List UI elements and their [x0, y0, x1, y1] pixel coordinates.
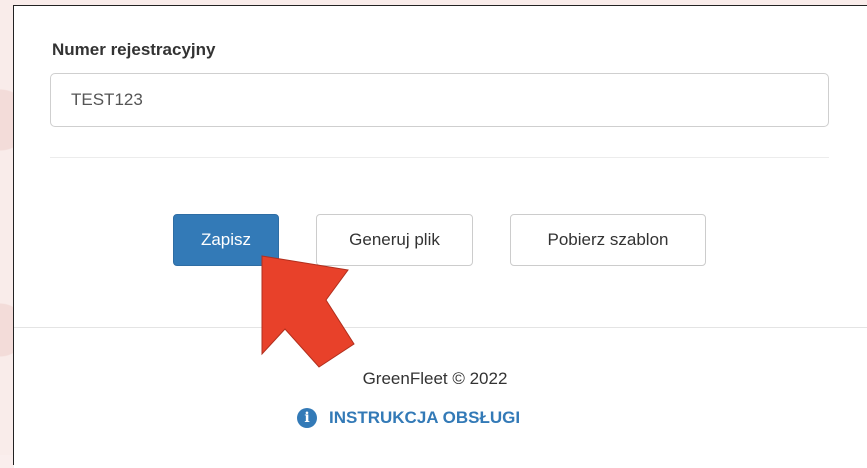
user-manual-link[interactable]: i INSTRUKCJA OBSŁUGI: [297, 408, 520, 428]
save-button[interactable]: Zapisz: [173, 214, 279, 266]
copyright-text: GreenFleet © 2022: [362, 369, 508, 388]
footer: [14, 328, 867, 468]
registration-number-label: Numer rejestracyjny: [52, 40, 216, 59]
download-template-button[interactable]: Pobierz szablon: [510, 214, 706, 266]
info-circle-icon: i: [297, 408, 317, 428]
form-divider: [50, 157, 829, 158]
user-manual-label: INSTRUKCJA OBSŁUGI: [329, 408, 521, 427]
registration-number-input[interactable]: [50, 73, 829, 127]
generate-file-button[interactable]: Generuj plik: [316, 214, 473, 266]
form-card: Numer rejestracyjny Zapisz Generuj plik …: [13, 5, 867, 468]
